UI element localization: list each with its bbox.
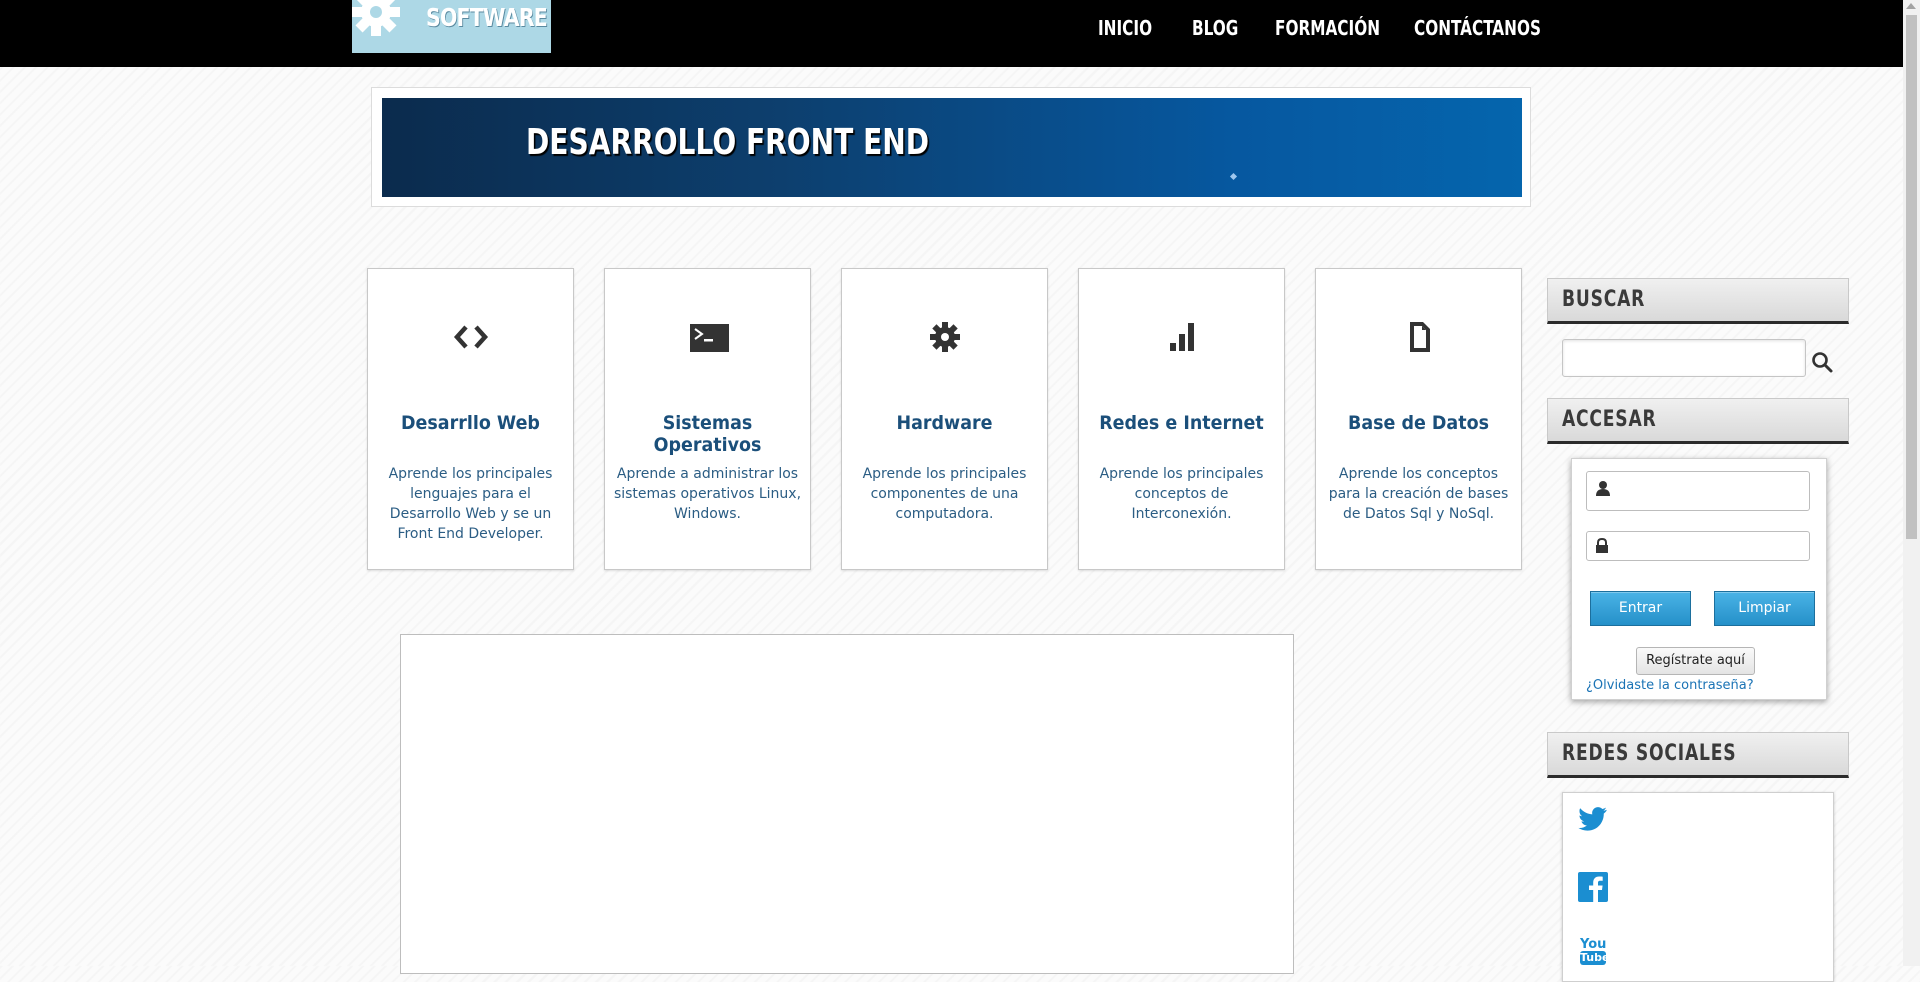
terminal-icon: [689, 324, 729, 352]
search-icon[interactable]: [1810, 350, 1834, 374]
password-field[interactable]: [1586, 531, 1810, 561]
youtube-label-you: You: [1580, 937, 1607, 952]
card-description: Aprende los principales componentes de u…: [862, 466, 1027, 522]
forgot-password-link[interactable]: ¿Olvidaste la contraseña?: [1586, 678, 1754, 693]
card-sistemas-operativos[interactable]: Sistemas Operativos Aprende a administra…: [604, 268, 811, 570]
top-navbar: SOFTWARE INICIO BLOG FORMACIÓN CONTÁCTAN…: [0, 0, 1920, 67]
card-description: Aprende los principales lenguajes para e…: [388, 466, 553, 542]
search-heading: BUSCAR: [1547, 278, 1849, 324]
gear-icon: [929, 322, 960, 352]
username-field[interactable]: [1586, 471, 1810, 511]
search-heading-text: BUSCAR: [1562, 287, 1646, 312]
card-title: Hardware: [896, 412, 993, 434]
card-hardware[interactable]: Hardware Aprende los principales compone…: [841, 268, 1048, 570]
logo-text: SOFTWARE: [426, 3, 548, 32]
user-icon: [1596, 481, 1610, 496]
nav-inicio[interactable]: INICIO: [1098, 16, 1152, 40]
social-heading: REDES SOCIALES: [1547, 732, 1849, 778]
hero-banner: DESARROLLO FRONT END: [382, 98, 1522, 197]
card-description: Aprende a administrar los sistemas opera…: [613, 466, 802, 522]
social-heading-text: REDES SOCIALES: [1562, 741, 1737, 766]
card-title: Desarrllo Web: [401, 412, 540, 434]
card-description: Aprende los conceptos para la creación d…: [1328, 466, 1509, 522]
scrollbar-thumb[interactable]: [1906, 15, 1917, 539]
signal-bars-icon: [1169, 323, 1194, 351]
card-base-datos[interactable]: Base de Datos Aprende los conceptos para…: [1315, 268, 1522, 570]
register-button[interactable]: Regístrate aquí: [1636, 647, 1755, 675]
lock-icon: [1596, 538, 1608, 553]
login-heading-text: ACCESAR: [1562, 407, 1657, 432]
sparkle-icon: [1229, 172, 1238, 181]
search-input[interactable]: [1562, 339, 1806, 377]
login-heading: ACCESAR: [1547, 398, 1849, 444]
card-description: Aprende los principales conceptos de Int…: [1099, 466, 1264, 522]
facebook-icon[interactable]: [1578, 872, 1608, 902]
document-icon: [1409, 322, 1430, 352]
nav-contactanos[interactable]: CONTÁCTANOS: [1414, 16, 1541, 40]
login-clear-button[interactable]: Limpiar: [1714, 591, 1815, 626]
card-title: Base de Datos: [1347, 412, 1489, 434]
card-desarrollo-web[interactable]: Desarrllo Web Aprende los principales le…: [367, 268, 574, 570]
nav-formacion[interactable]: FORMACIÓN: [1275, 16, 1380, 40]
twitter-icon[interactable]: [1578, 807, 1608, 833]
card-title: Sistemas Operativos: [653, 412, 762, 456]
site-logo[interactable]: SOFTWARE: [352, 0, 551, 53]
scroll-up-arrow-icon[interactable]: [1906, 3, 1916, 9]
code-icon: [453, 325, 488, 349]
youtube-label-tube: Tube: [1580, 951, 1610, 965]
hero-title: DESARROLLO FRONT END: [526, 122, 930, 163]
gear-logo-icon: [352, 0, 400, 36]
youtube-icon[interactable]: You Tube: [1580, 937, 1610, 965]
login-submit-button[interactable]: Entrar: [1590, 591, 1691, 626]
card-redes-internet[interactable]: Redes e Internet Aprende los principales…: [1078, 268, 1285, 570]
card-title: Redes e Internet: [1099, 412, 1264, 434]
nav-blog[interactable]: BLOG: [1192, 16, 1238, 40]
video-embed[interactable]: [400, 634, 1294, 974]
